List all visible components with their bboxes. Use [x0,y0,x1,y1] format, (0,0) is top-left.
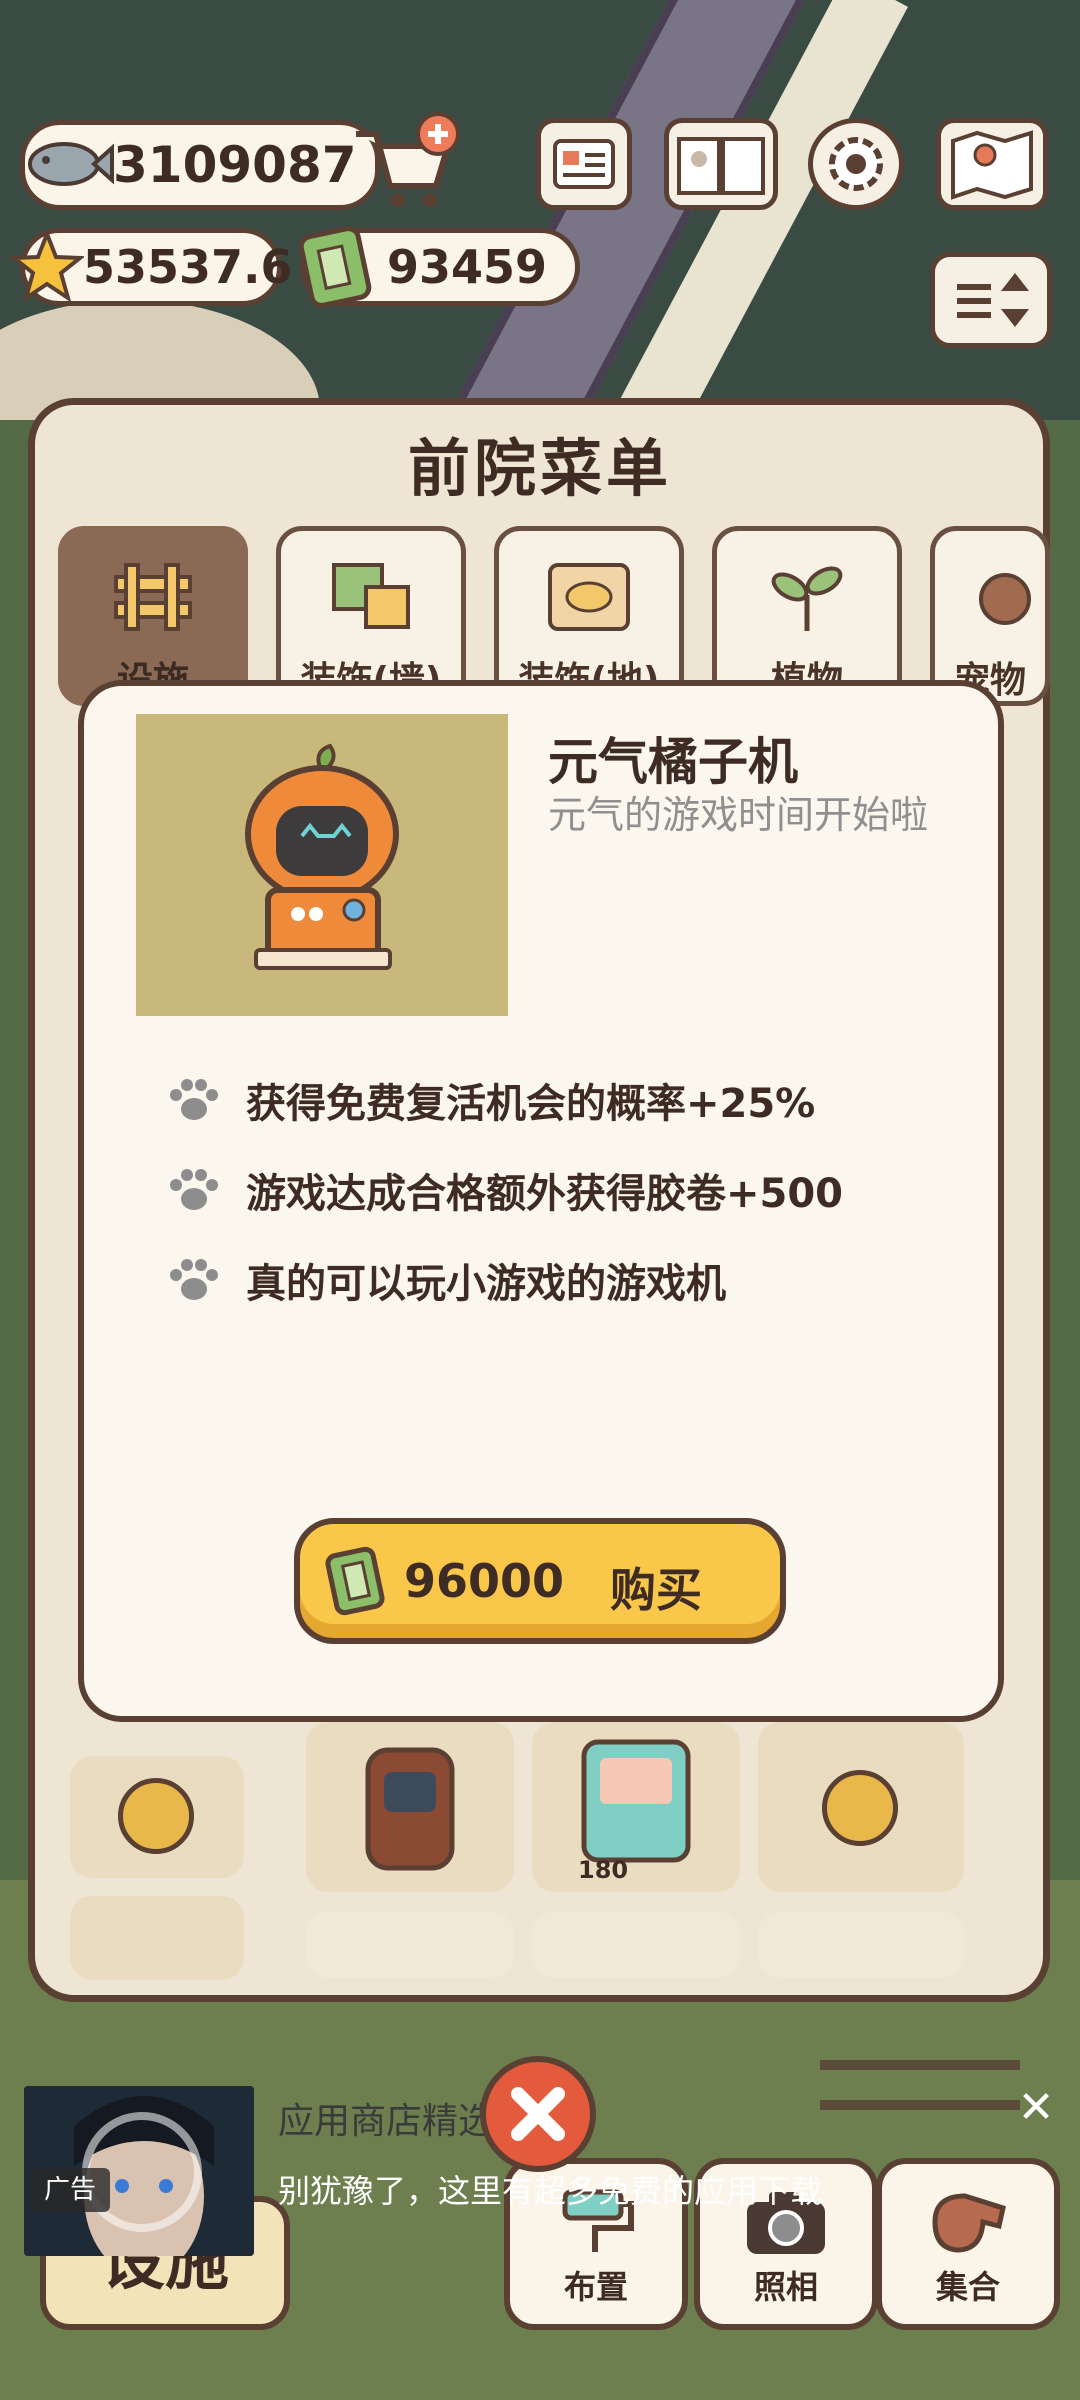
grid-item-price: 180 [578,1856,629,1884]
wall-frame-icon [332,563,410,629]
perk-text: 真的可以玩小游戏的游戏机 [246,1261,726,1307]
item-preview [136,714,508,1016]
gear-icon [829,137,883,191]
grid-item-tent[interactable] [70,1896,244,1980]
map-button[interactable] [936,118,1048,210]
paw-icon [170,1259,218,1300]
photo-label: 照相 [753,2268,818,2306]
album-button[interactable] [664,118,778,210]
book-icon [677,137,765,195]
perk-row: 获得免费复活机会的概率+25% [166,1070,815,1130]
sort-toggle-button[interactable] [930,252,1052,348]
ad-badge: 广告 [30,2168,111,2212]
shopping-cart-icon[interactable] [350,112,460,212]
perk-text: 获得免费复活机会的概率+25% [246,1081,816,1127]
paw-icon [170,1169,218,1210]
ad-title[interactable]: 应用商店精选 [278,2092,494,2144]
panel-title: 前院菜单 [407,432,672,505]
ad-close-icon[interactable]: ✕ [1012,2084,1060,2132]
grid-item[interactable] [758,1912,964,1978]
card-button[interactable] [536,118,632,210]
gather-button[interactable]: 集合 [876,2158,1060,2330]
fish-icon [28,142,114,186]
film-roll-icon [325,1546,385,1616]
film-roll-icon [298,226,372,308]
star-count: 53537.6 [83,240,293,294]
perk-row: 真的可以玩小游戏的游戏机 [166,1250,726,1310]
rug-icon [548,563,630,631]
buy-button[interactable]: 96000 购买 [294,1518,786,1644]
tab-plants[interactable]: 植物 [712,526,902,706]
grid-item[interactable] [532,1912,740,1978]
settings-button[interactable] [808,118,904,210]
tab-floor-decor[interactable]: 装饰(地) [494,526,684,706]
grid-item-locked[interactable] [758,1722,964,1892]
close-modal-button[interactable] [480,2056,596,2172]
arrange-label: 布置 [563,2268,628,2306]
orange-arcade-machine-image [245,743,399,970]
ad-text[interactable]: 别犹豫了，这里有超多免费的应用下载 [278,2166,822,2212]
grid-item-arcade-brown[interactable] [306,1722,514,1892]
fence-icon [114,563,192,631]
lock-icon [118,1778,194,1854]
sprout-icon [771,566,843,631]
id-card-icon [553,139,615,189]
whistle-icon [932,2193,1006,2253]
grid-item-locked[interactable] [70,1756,244,1878]
tab-pets[interactable]: 宠物 [930,526,1050,706]
sort-icon [957,273,1029,327]
grid-item-arcade-blue[interactable] [532,1722,740,1892]
gather-label: 集合 [935,2268,1000,2306]
perk-row: 游戏达成合格额外获得胶卷+500 [166,1160,843,1220]
perk-text: 游戏达成合格额外获得胶卷+500 [246,1171,844,1217]
buy-label: 购买 [610,1563,702,1617]
paw-icon [170,1079,218,1120]
tab-wall-decor[interactable]: 装饰(墙) [276,526,466,706]
lock-icon [822,1770,898,1846]
map-icon [951,130,1033,200]
tab-facility[interactable]: 设施 [58,526,248,706]
pet-icon [979,573,1031,625]
fish-count: 3109087 [113,136,357,194]
ticket-count: 93459 [387,240,548,294]
close-icon [511,2087,565,2141]
item-description: 元气的游戏时间开始啦 [548,793,929,837]
star-icon [10,230,84,303]
buy-price: 96000 [404,1554,565,1608]
grid-item[interactable] [306,1912,514,1978]
arcade-machine-icon [365,1747,455,1871]
arcade-machine-icon [581,1739,691,1863]
item-name: 元气橘子机 [548,733,798,791]
